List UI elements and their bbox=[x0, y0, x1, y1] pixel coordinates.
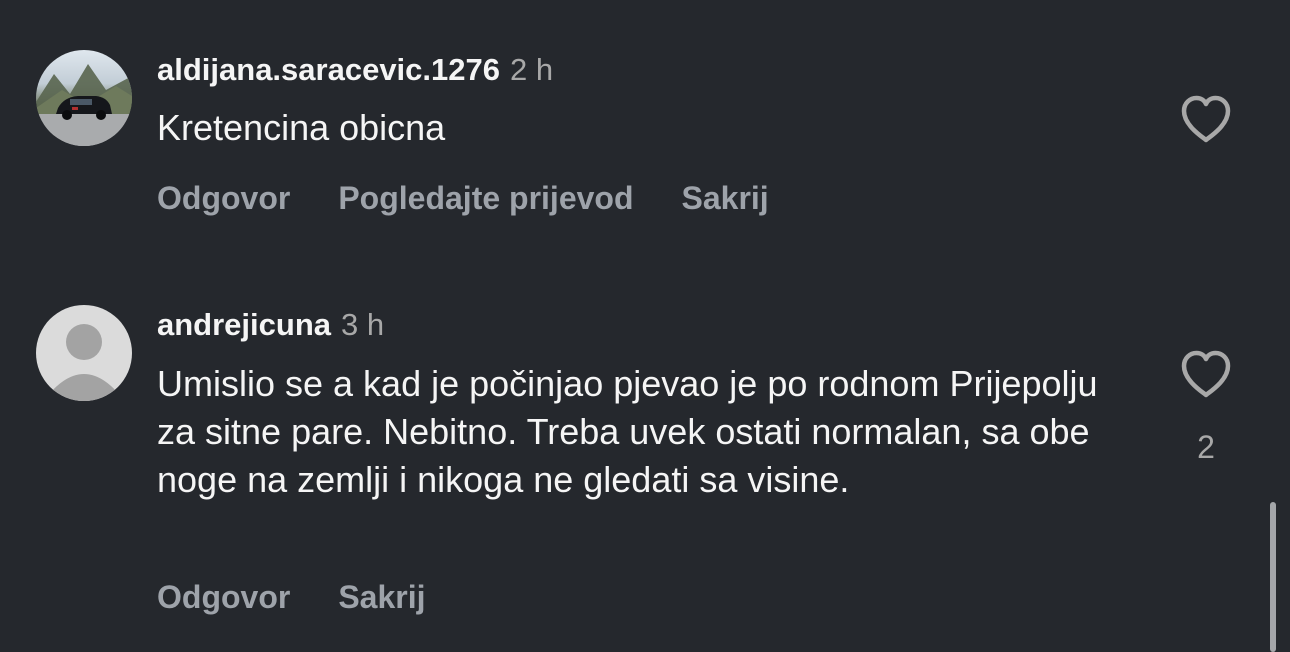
comment-header: aldijana.saracevic.1276 2 h bbox=[157, 50, 553, 96]
comment-actions: Odgovor Pogledajte prijevod Sakrij bbox=[157, 178, 817, 225]
username[interactable]: aldijana.saracevic.1276 bbox=[157, 52, 500, 87]
hide-button[interactable]: Sakrij bbox=[682, 178, 769, 218]
scrollbar[interactable] bbox=[1270, 502, 1276, 652]
avatar[interactable] bbox=[36, 50, 132, 146]
comment-time: 3 h bbox=[341, 307, 385, 342]
default-avatar-icon bbox=[50, 324, 118, 401]
see-translation-button[interactable]: Pogledajte prijevod bbox=[338, 178, 633, 218]
heart-icon bbox=[1181, 95, 1231, 143]
like-button[interactable] bbox=[1178, 94, 1234, 146]
reply-button[interactable]: Odgovor bbox=[157, 577, 290, 617]
like-button[interactable] bbox=[1178, 349, 1234, 401]
like-count[interactable]: 2 bbox=[1180, 427, 1232, 467]
hide-button[interactable]: Sakrij bbox=[338, 577, 425, 617]
comment-time: 2 h bbox=[509, 52, 554, 87]
username[interactable]: andrejicuna bbox=[157, 307, 331, 342]
reply-button[interactable]: Odgovor bbox=[157, 178, 290, 218]
heart-icon bbox=[1181, 350, 1231, 398]
car-photo-icon bbox=[36, 64, 132, 146]
comment-text: Kretencina obicna bbox=[157, 107, 446, 148]
avatar[interactable] bbox=[36, 305, 132, 401]
comment-header: andrejicuna 3 h bbox=[157, 305, 384, 351]
comment-text: Umislio se a kad je počinjao pjevao je p… bbox=[157, 363, 1098, 500]
comment-item-1: aldijana.saracevic.1276 2 h Kretencina ob… bbox=[0, 0, 1290, 240]
comment-item-2: andrejicuna 3 h Umislio se a kad je počin… bbox=[0, 300, 1290, 644]
comment-actions: Odgovor Sakrij bbox=[157, 577, 474, 624]
